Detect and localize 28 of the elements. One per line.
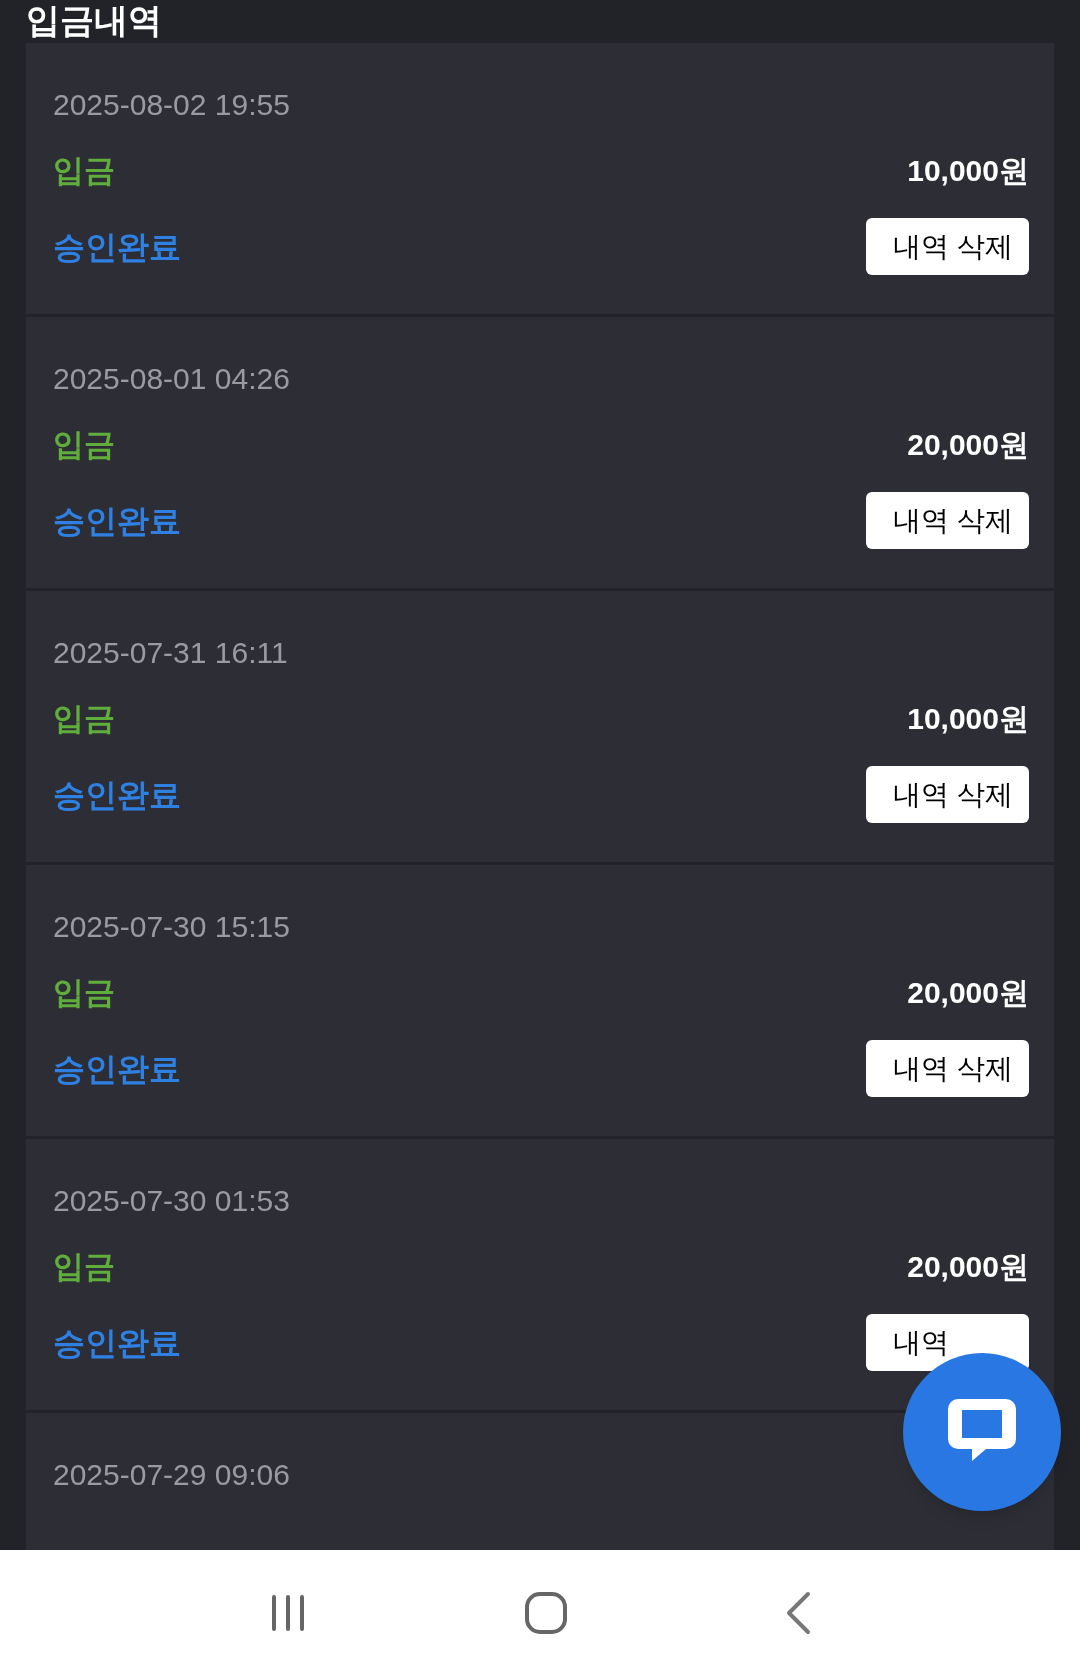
transaction-status: 승인완료 [53,1323,181,1362]
transaction-status: 승인완료 [53,227,181,266]
delete-history-button[interactable]: 내역 삭제 [866,492,1029,549]
transaction-amount: 10,000원 [907,701,1029,737]
transaction-status: 승인완료 [53,1049,181,1088]
transaction-status: 승인완료 [53,775,181,814]
transaction-amount: 20,000원 [907,427,1029,463]
delete-history-button[interactable]: 내역 삭제 [866,766,1029,823]
transaction-type: 입금 [53,1249,115,1285]
transaction-amount: 20,000원 [907,1249,1029,1285]
transaction-status: 승인완료 [53,501,181,540]
transaction-date: 2025-08-01 04:26 [53,361,290,397]
transaction-type: 입금 [53,427,115,463]
transaction-amount: 10,000원 [907,153,1029,189]
delete-history-button[interactable]: 내역 삭제 [866,1040,1029,1097]
transaction-date: 2025-08-02 19:55 [53,87,290,123]
transaction-type: 입금 [53,975,115,1011]
delete-history-button[interactable]: 내역 삭제 [866,218,1029,275]
transaction-date: 2025-07-30 15:15 [53,909,290,945]
transaction-type: 입금 [53,153,115,189]
back-icon[interactable] [784,1591,812,1635]
transaction-date: 2025-07-29 09:06 [53,1457,290,1493]
transaction-date: 2025-07-31 16:11 [53,635,288,671]
page-title: 입금내역 [26,0,162,40]
transaction-amount: 20,000원 [907,975,1029,1011]
home-icon[interactable] [524,1591,568,1635]
transaction-date: 2025-07-30 01:53 [53,1183,290,1219]
transaction-type: 입금 [53,701,115,737]
